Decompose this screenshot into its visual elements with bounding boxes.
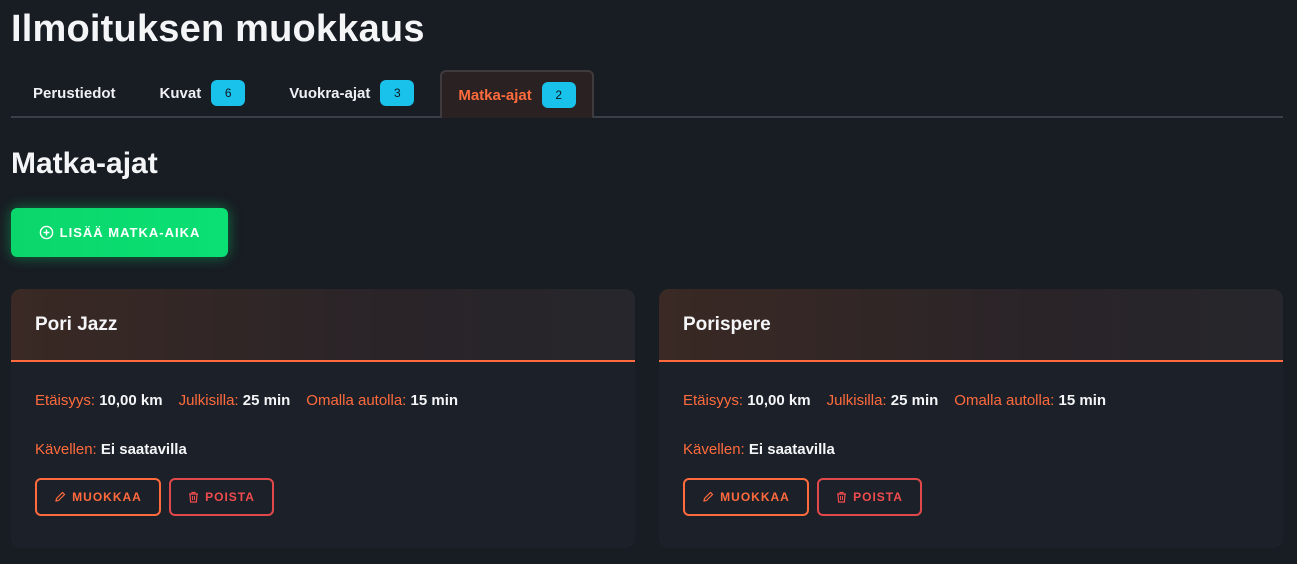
count-badge: 3 <box>380 80 415 106</box>
tab-label: Kuvat <box>159 84 202 102</box>
tab-kuvat[interactable]: Kuvat 6 <box>138 70 268 116</box>
tab-label: Perustiedot <box>33 84 116 102</box>
trash-icon <box>836 491 847 503</box>
edit-label: MUOKKAA <box>720 490 790 504</box>
tab-bar: Perustiedot Kuvat 6 Vuokra-ajat 3 Matka-… <box>11 70 1283 118</box>
public-transport-stat: Julkisilla: 25 min <box>826 392 939 409</box>
page-title: Ilmoituksen muokkaus <box>11 8 425 50</box>
car-stat: Omalla autolla: 15 min <box>306 392 459 409</box>
tab-vuokra-ajat[interactable]: Vuokra-ajat 3 <box>267 70 436 116</box>
tab-matka-ajat[interactable]: Matka-ajat 2 <box>440 70 594 118</box>
card-title: Pori Jazz <box>11 289 635 362</box>
distance-stat: Etäisyys: 10,00 km <box>683 392 811 409</box>
walk-stat: Kävellen: Ei saatavilla <box>35 441 187 458</box>
walk-stat: Kävellen: Ei saatavilla <box>683 441 835 458</box>
count-badge: 6 <box>211 80 246 106</box>
car-stat: Omalla autolla: 15 min <box>954 392 1107 409</box>
add-button-label: LISÄÄ MATKA-AIKA <box>59 225 201 240</box>
card-title: Porispere <box>659 289 1283 362</box>
tab-label: Matka-ajat <box>458 86 532 104</box>
delete-label: POISTA <box>853 490 903 504</box>
distance-stat: Etäisyys: 10,00 km <box>35 392 163 409</box>
tab-label: Vuokra-ajat <box>289 84 371 102</box>
travel-time-card: Pori Jazz Etäisyys: 10,00 km Julkisilla:… <box>11 289 635 548</box>
delete-label: POISTA <box>205 490 255 504</box>
count-badge: 2 <box>541 82 576 108</box>
edit-button[interactable]: MUOKKAA <box>683 478 809 516</box>
plus-circle-icon <box>39 225 54 240</box>
pencil-icon <box>54 491 66 503</box>
travel-time-card: Porispere Etäisyys: 10,00 km Julkisilla:… <box>659 289 1283 548</box>
delete-button[interactable]: POISTA <box>817 478 922 516</box>
tab-perustiedot[interactable]: Perustiedot <box>11 70 138 116</box>
pencil-icon <box>702 491 714 503</box>
trash-icon <box>188 491 199 503</box>
add-travel-time-button[interactable]: LISÄÄ MATKA-AIKA <box>11 208 228 257</box>
edit-label: MUOKKAA <box>72 490 142 504</box>
edit-button[interactable]: MUOKKAA <box>35 478 161 516</box>
public-transport-stat: Julkisilla: 25 min <box>178 392 291 409</box>
section-title: Matka-ajat <box>11 147 158 180</box>
delete-button[interactable]: POISTA <box>169 478 274 516</box>
